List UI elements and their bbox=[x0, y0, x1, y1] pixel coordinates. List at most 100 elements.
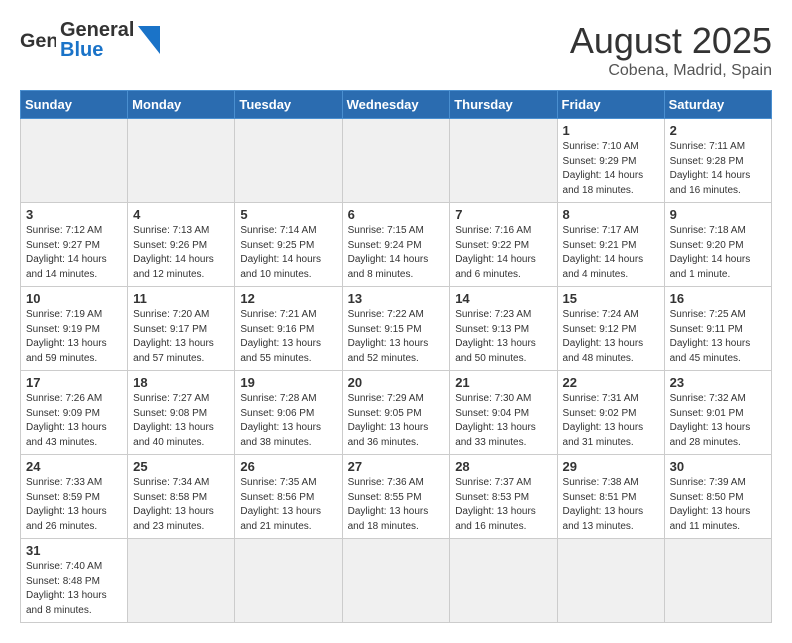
weekday-header-monday: Monday bbox=[128, 91, 235, 119]
day-number: 10 bbox=[26, 291, 122, 306]
svg-text:General: General bbox=[20, 30, 56, 52]
calendar-day-cell bbox=[21, 119, 128, 203]
calendar-week-row: 1 Sunrise: 7:10 AM Sunset: 9:29 PM Daylig… bbox=[21, 119, 772, 203]
weekday-header-tuesday: Tuesday bbox=[235, 91, 342, 119]
day-info: Sunrise: 7:23 AM Sunset: 9:13 PM Dayligh… bbox=[455, 308, 551, 366]
day-number: 13 bbox=[348, 291, 445, 306]
day-info: Sunrise: 7:35 AM Sunset: 8:56 PM Dayligh… bbox=[240, 476, 336, 534]
day-info: Sunrise: 7:34 AM Sunset: 8:58 PM Dayligh… bbox=[133, 476, 229, 534]
calendar-day-cell: 26 Sunrise: 7:35 AM Sunset: 8:56 PM Dayli… bbox=[235, 455, 342, 539]
day-number: 11 bbox=[133, 291, 229, 306]
calendar-day-cell: 16 Sunrise: 7:25 AM Sunset: 9:11 PM Dayli… bbox=[664, 287, 771, 371]
calendar-day-cell bbox=[342, 539, 450, 623]
logo-icon: General bbox=[20, 22, 56, 58]
day-info: Sunrise: 7:29 AM Sunset: 9:05 PM Dayligh… bbox=[348, 392, 445, 450]
day-info: Sunrise: 7:13 AM Sunset: 9:26 PM Dayligh… bbox=[133, 224, 229, 282]
day-number: 28 bbox=[455, 459, 551, 474]
day-number: 25 bbox=[133, 459, 229, 474]
day-info: Sunrise: 7:25 AM Sunset: 9:11 PM Dayligh… bbox=[670, 308, 766, 366]
calendar-day-cell: 6Sunrise: 7:15 AM Sunset: 9:24 PM Daylig… bbox=[342, 203, 450, 287]
day-info: Sunrise: 7:24 AM Sunset: 9:12 PM Dayligh… bbox=[563, 308, 659, 366]
day-number: 4 bbox=[133, 207, 229, 222]
day-info: Sunrise: 7:32 AM Sunset: 9:01 PM Dayligh… bbox=[670, 392, 766, 450]
calendar-day-cell: 17 Sunrise: 7:26 AM Sunset: 9:09 PM Dayli… bbox=[21, 371, 128, 455]
location-subtitle: Cobena, Madrid, Spain bbox=[570, 62, 772, 80]
day-number: 19 bbox=[240, 375, 336, 390]
day-info: Sunrise: 7:36 AM Sunset: 8:55 PM Dayligh… bbox=[348, 476, 445, 534]
calendar-day-cell bbox=[664, 539, 771, 623]
calendar-day-cell: 5Sunrise: 7:14 AM Sunset: 9:25 PM Daylig… bbox=[235, 203, 342, 287]
day-info: Sunrise: 7:33 AM Sunset: 8:59 PM Dayligh… bbox=[26, 476, 122, 534]
logo-flag-icon bbox=[138, 26, 160, 54]
calendar-week-row: 31 Sunrise: 7:40 AM Sunset: 8:48 PM Dayli… bbox=[21, 539, 772, 623]
calendar-day-cell: 21Sunrise: 7:30 AM Sunset: 9:04 PM Dayli… bbox=[450, 371, 557, 455]
calendar-week-row: 3Sunrise: 7:12 AM Sunset: 9:27 PM Daylig… bbox=[21, 203, 772, 287]
day-number: 23 bbox=[670, 375, 766, 390]
calendar-day-cell: 15Sunrise: 7:24 AM Sunset: 9:12 PM Dayli… bbox=[557, 287, 664, 371]
day-info: Sunrise: 7:16 AM Sunset: 9:22 PM Dayligh… bbox=[455, 224, 551, 282]
day-number: 24 bbox=[26, 459, 122, 474]
calendar-day-cell bbox=[450, 539, 557, 623]
day-info: Sunrise: 7:26 AM Sunset: 9:09 PM Dayligh… bbox=[26, 392, 122, 450]
calendar-day-cell: 4 Sunrise: 7:13 AM Sunset: 9:26 PM Daylig… bbox=[128, 203, 235, 287]
calendar-day-cell: 8Sunrise: 7:17 AM Sunset: 9:21 PM Daylig… bbox=[557, 203, 664, 287]
calendar-day-cell: 31 Sunrise: 7:40 AM Sunset: 8:48 PM Dayli… bbox=[21, 539, 128, 623]
calendar-day-cell: 19Sunrise: 7:28 AM Sunset: 9:06 PM Dayli… bbox=[235, 371, 342, 455]
calendar-day-cell: 14 Sunrise: 7:23 AM Sunset: 9:13 PM Dayli… bbox=[450, 287, 557, 371]
day-number: 20 bbox=[348, 375, 445, 390]
day-number: 16 bbox=[670, 291, 766, 306]
calendar-day-cell bbox=[128, 539, 235, 623]
calendar-day-cell: 9Sunrise: 7:18 AM Sunset: 9:20 PM Daylig… bbox=[664, 203, 771, 287]
day-info: Sunrise: 7:17 AM Sunset: 9:21 PM Dayligh… bbox=[563, 224, 659, 282]
calendar-table: SundayMondayTuesdayWednesdayThursdayFrid… bbox=[20, 90, 772, 623]
calendar-day-cell bbox=[235, 119, 342, 203]
day-info: Sunrise: 7:14 AM Sunset: 9:25 PM Dayligh… bbox=[240, 224, 336, 282]
day-number: 30 bbox=[670, 459, 766, 474]
weekday-header-saturday: Saturday bbox=[664, 91, 771, 119]
weekday-header-row: SundayMondayTuesdayWednesdayThursdayFrid… bbox=[21, 91, 772, 119]
day-number: 2 bbox=[670, 123, 766, 138]
calendar-day-cell: 18Sunrise: 7:27 AM Sunset: 9:08 PM Dayli… bbox=[128, 371, 235, 455]
day-info: Sunrise: 7:37 AM Sunset: 8:53 PM Dayligh… bbox=[455, 476, 551, 534]
calendar-day-cell: 22 Sunrise: 7:31 AM Sunset: 9:02 PM Dayli… bbox=[557, 371, 664, 455]
calendar-day-cell: 1 Sunrise: 7:10 AM Sunset: 9:29 PM Daylig… bbox=[557, 119, 664, 203]
calendar-day-cell: 24 Sunrise: 7:33 AM Sunset: 8:59 PM Dayli… bbox=[21, 455, 128, 539]
day-number: 31 bbox=[26, 543, 122, 558]
weekday-header-friday: Friday bbox=[557, 91, 664, 119]
weekday-header-wednesday: Wednesday bbox=[342, 91, 450, 119]
day-number: 22 bbox=[563, 375, 659, 390]
day-info: Sunrise: 7:20 AM Sunset: 9:17 PM Dayligh… bbox=[133, 308, 229, 366]
logo: General General Blue bbox=[20, 20, 160, 60]
day-number: 1 bbox=[563, 123, 659, 138]
day-number: 3 bbox=[26, 207, 122, 222]
day-info: Sunrise: 7:15 AM Sunset: 9:24 PM Dayligh… bbox=[348, 224, 445, 282]
calendar-day-cell: 10Sunrise: 7:19 AM Sunset: 9:19 PM Dayli… bbox=[21, 287, 128, 371]
day-info: Sunrise: 7:10 AM Sunset: 9:29 PM Dayligh… bbox=[563, 140, 659, 198]
calendar-day-cell bbox=[450, 119, 557, 203]
calendar-week-row: 17 Sunrise: 7:26 AM Sunset: 9:09 PM Dayli… bbox=[21, 371, 772, 455]
title-block: August 2025 Cobena, Madrid, Spain bbox=[570, 20, 772, 80]
month-title: August 2025 bbox=[570, 20, 772, 62]
calendar-day-cell: 20 Sunrise: 7:29 AM Sunset: 9:05 PM Dayli… bbox=[342, 371, 450, 455]
day-number: 14 bbox=[455, 291, 551, 306]
calendar-day-cell: 11 Sunrise: 7:20 AM Sunset: 9:17 PM Dayli… bbox=[128, 287, 235, 371]
day-info: Sunrise: 7:30 AM Sunset: 9:04 PM Dayligh… bbox=[455, 392, 551, 450]
day-number: 17 bbox=[26, 375, 122, 390]
day-info: Sunrise: 7:39 AM Sunset: 8:50 PM Dayligh… bbox=[670, 476, 766, 534]
calendar-day-cell: 27 Sunrise: 7:36 AM Sunset: 8:55 PM Dayli… bbox=[342, 455, 450, 539]
day-info: Sunrise: 7:38 AM Sunset: 8:51 PM Dayligh… bbox=[563, 476, 659, 534]
calendar-week-row: 10Sunrise: 7:19 AM Sunset: 9:19 PM Dayli… bbox=[21, 287, 772, 371]
calendar-day-cell: 13Sunrise: 7:22 AM Sunset: 9:15 PM Dayli… bbox=[342, 287, 450, 371]
calendar-day-cell: 25 Sunrise: 7:34 AM Sunset: 8:58 PM Dayli… bbox=[128, 455, 235, 539]
calendar-day-cell: 23 Sunrise: 7:32 AM Sunset: 9:01 PM Dayli… bbox=[664, 371, 771, 455]
day-number: 12 bbox=[240, 291, 336, 306]
day-number: 27 bbox=[348, 459, 445, 474]
calendar-day-cell: 7Sunrise: 7:16 AM Sunset: 9:22 PM Daylig… bbox=[450, 203, 557, 287]
calendar-day-cell: 28 Sunrise: 7:37 AM Sunset: 8:53 PM Dayli… bbox=[450, 455, 557, 539]
day-number: 26 bbox=[240, 459, 336, 474]
day-info: Sunrise: 7:31 AM Sunset: 9:02 PM Dayligh… bbox=[563, 392, 659, 450]
day-number: 29 bbox=[563, 459, 659, 474]
day-number: 9 bbox=[670, 207, 766, 222]
day-info: Sunrise: 7:40 AM Sunset: 8:48 PM Dayligh… bbox=[26, 560, 122, 618]
day-info: Sunrise: 7:21 AM Sunset: 9:16 PM Dayligh… bbox=[240, 308, 336, 366]
